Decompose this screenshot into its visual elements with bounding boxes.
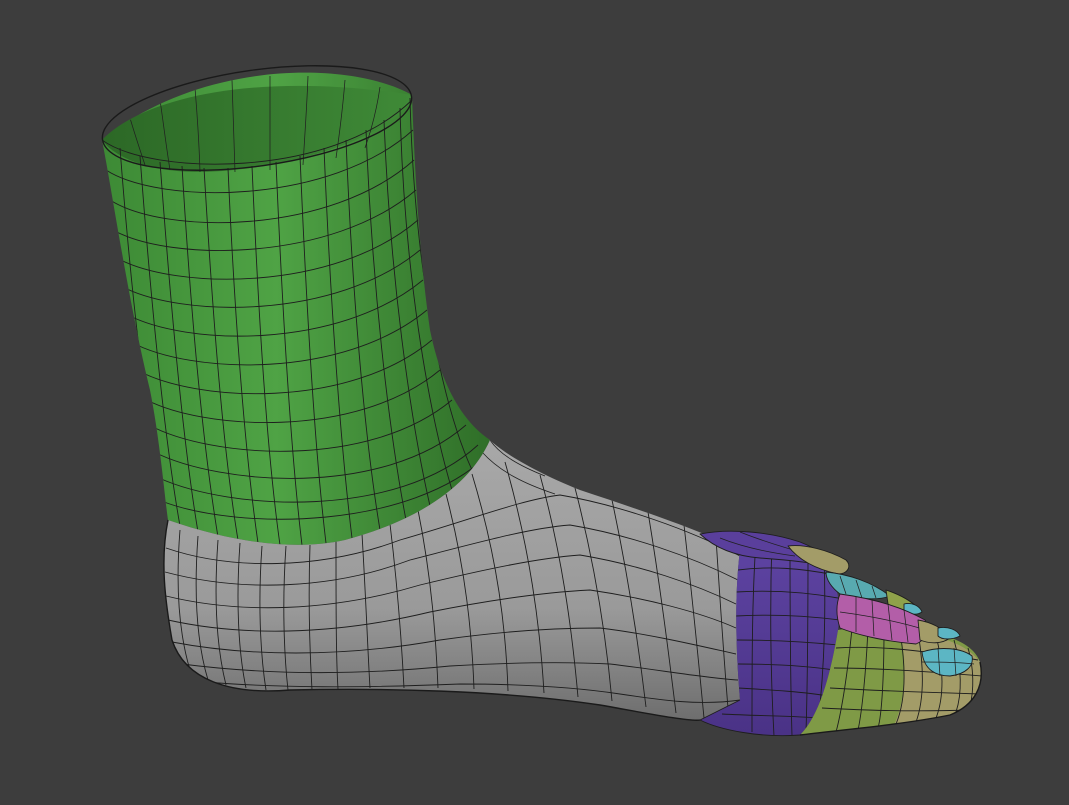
3d-viewport[interactable] [0, 0, 1069, 805]
foot-mesh [101, 65, 982, 737]
leg-polygroup [101, 65, 490, 545]
